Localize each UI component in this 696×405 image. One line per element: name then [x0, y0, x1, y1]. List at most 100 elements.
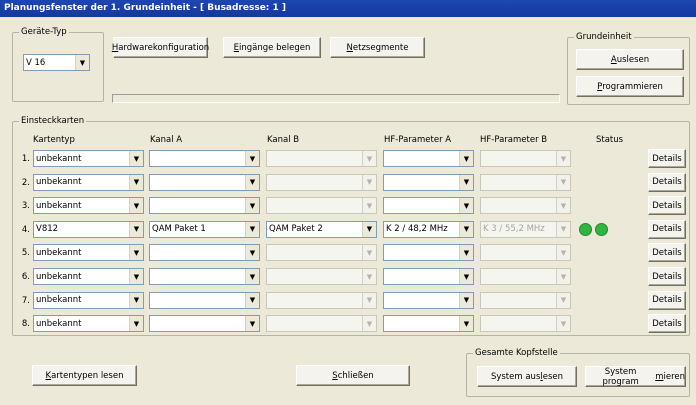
chevron-down-icon: ▼ [362, 245, 376, 261]
planning-window: Planungsfenster der 1. Grundeinheit - [ … [0, 0, 696, 405]
header-kanal-b: Kanal B [267, 135, 300, 145]
hf-b-select: ▼ [480, 268, 571, 285]
kanal-a-select[interactable]: QAM Paket 1 ▼ [149, 220, 260, 238]
kanal-a-select[interactable]: ▼ [149, 315, 260, 333]
details-button[interactable]: Details [648, 243, 686, 263]
details-button[interactable]: Details [648, 267, 686, 286]
kanal-a-select[interactable]: ▼ [149, 291, 260, 309]
kartentyp-select-value: unbekannt [36, 200, 82, 211]
chevron-down-icon: ▼ [459, 221, 473, 237]
chevron-down-icon: ▼ [459, 151, 473, 166]
programmieren-button[interactable]: Programmieren [576, 76, 684, 97]
chevron-down-icon: ▼ [556, 151, 570, 166]
progress-bar [112, 94, 560, 103]
system-programmieren-button[interactable]: System program m ieren [585, 366, 686, 387]
kartentyp-select[interactable]: unbekannt ▼ [33, 173, 144, 191]
kartentyp-select[interactable]: V812 ▼ [33, 220, 144, 238]
system-auslesen-button[interactable]: System aus l esen [477, 366, 577, 387]
kartentyp-select[interactable]: unbekannt ▼ [33, 315, 144, 333]
kartentyp-select-value: unbekannt [36, 153, 82, 164]
kartentyp-select-value: V812 [36, 224, 59, 235]
grundeinheit-legend: Grundeinheit [574, 32, 634, 43]
hf-b-select: ▼ [480, 173, 571, 191]
hf-a-select[interactable]: K 2 / 48,2 MHz ▼ [383, 220, 474, 238]
geraete-typ-select[interactable]: V 16 ▼ [23, 54, 90, 71]
status-led-icon [579, 222, 592, 236]
status-led-icon [595, 222, 608, 236]
chevron-down-icon: ▼ [245, 245, 259, 261]
chevron-down-icon: ▼ [556, 245, 570, 261]
kartentyp-select[interactable]: unbekannt ▼ [33, 244, 144, 262]
kartentyp-select[interactable]: unbekannt ▼ [33, 291, 144, 309]
hf-a-select[interactable]: ▼ [383, 150, 474, 167]
chevron-down-icon: ▼ [129, 151, 143, 166]
header-kartentyp: Kartentyp [33, 135, 75, 145]
chevron-down-icon: ▼ [362, 316, 376, 332]
chevron-down-icon: ▼ [245, 198, 259, 214]
kanal-a-select[interactable]: ▼ [149, 173, 260, 191]
details-button[interactable]: Details [648, 219, 686, 239]
kanal-b-select: ▼ [266, 291, 377, 309]
hardware-config-button[interactable]: Hardwarekonfiguration [112, 37, 209, 58]
row-number: 7. [21, 295, 30, 306]
header-hf-a: HF-Parameter A [384, 135, 452, 145]
eingaenge-belegen-button[interactable]: Eingänge belegen [223, 37, 321, 58]
kartentyp-select-value: unbekannt [36, 318, 82, 329]
row-number: 1. [21, 154, 30, 164]
chevron-down-icon: ▼ [129, 221, 143, 237]
row-number: 6. [21, 272, 30, 282]
kanal-a-select[interactable]: ▼ [149, 150, 260, 167]
kartentyp-select[interactable]: unbekannt ▼ [33, 268, 144, 285]
chevron-down-icon: ▼ [556, 316, 570, 332]
chevron-down-icon: ▼ [129, 316, 143, 332]
hf-b-select: ▼ [480, 291, 571, 309]
hf-a-select[interactable]: ▼ [383, 197, 474, 215]
kanal-a-select-value: QAM Paket 1 [152, 224, 206, 235]
chevron-down-icon: ▼ [129, 269, 143, 284]
gesamte-kopfstelle-legend: Gesamte Kopfstelle [473, 348, 560, 359]
details-button[interactable]: Details [648, 290, 686, 310]
hf-a-select[interactable]: ▼ [383, 173, 474, 191]
chevron-down-icon: ▼ [362, 198, 376, 214]
row-number: 8. [21, 319, 30, 330]
hf-a-select[interactable]: ▼ [383, 315, 474, 333]
kartentypen-lesen-button[interactable]: Kartentypen lesen [32, 365, 137, 386]
row-number: 2. [21, 177, 30, 188]
details-button[interactable]: Details [648, 314, 686, 334]
kanal-b-select: ▼ [266, 315, 377, 333]
details-button[interactable]: Details [648, 196, 686, 216]
kanal-b-select[interactable]: QAM Paket 2 ▼ [266, 220, 377, 238]
kanal-a-select[interactable]: ▼ [149, 244, 260, 262]
auslesen-button[interactable]: Auslesen [576, 49, 684, 70]
kanal-b-select: ▼ [266, 197, 377, 215]
hf-a-select[interactable]: ▼ [383, 268, 474, 285]
hf-a-select[interactable]: ▼ [383, 244, 474, 262]
chevron-down-icon: ▼ [459, 269, 473, 284]
chevron-down-icon: ▼ [129, 174, 143, 190]
schliessen-button[interactable]: Schließen [296, 365, 410, 386]
chevron-down-icon: ▼ [75, 55, 89, 70]
hf-b-select-value: K 3 / 55,2 MHz [483, 224, 545, 235]
netzsegmente-button[interactable]: Netzsegmente [330, 37, 425, 58]
header-kanal-a: Kanal A [150, 135, 183, 145]
chevron-down-icon: ▼ [129, 198, 143, 214]
chevron-down-icon: ▼ [459, 174, 473, 190]
kartentyp-select[interactable]: unbekannt ▼ [33, 150, 144, 167]
chevron-down-icon: ▼ [362, 269, 376, 284]
chevron-down-icon: ▼ [362, 221, 376, 237]
kartentyp-select[interactable]: unbekannt ▼ [33, 197, 144, 215]
hf-b-select: ▼ [480, 150, 571, 167]
chevron-down-icon: ▼ [245, 292, 259, 308]
details-button[interactable]: Details [648, 172, 686, 192]
kanal-a-select[interactable]: ▼ [149, 197, 260, 215]
kanal-a-select[interactable]: ▼ [149, 268, 260, 285]
geraete-typ-legend: Geräte-Typ [19, 27, 69, 38]
einsteckkarten-legend: Einsteckkarten [19, 116, 87, 127]
kartentyp-select-value: unbekannt [36, 247, 82, 258]
details-button[interactable]: Details [648, 149, 686, 168]
chevron-down-icon: ▼ [362, 292, 376, 308]
kanal-b-select: ▼ [266, 150, 377, 167]
header-hf-b: HF-Parameter B [480, 135, 548, 145]
chevron-down-icon: ▼ [245, 151, 259, 166]
hf-a-select[interactable]: ▼ [383, 291, 474, 309]
